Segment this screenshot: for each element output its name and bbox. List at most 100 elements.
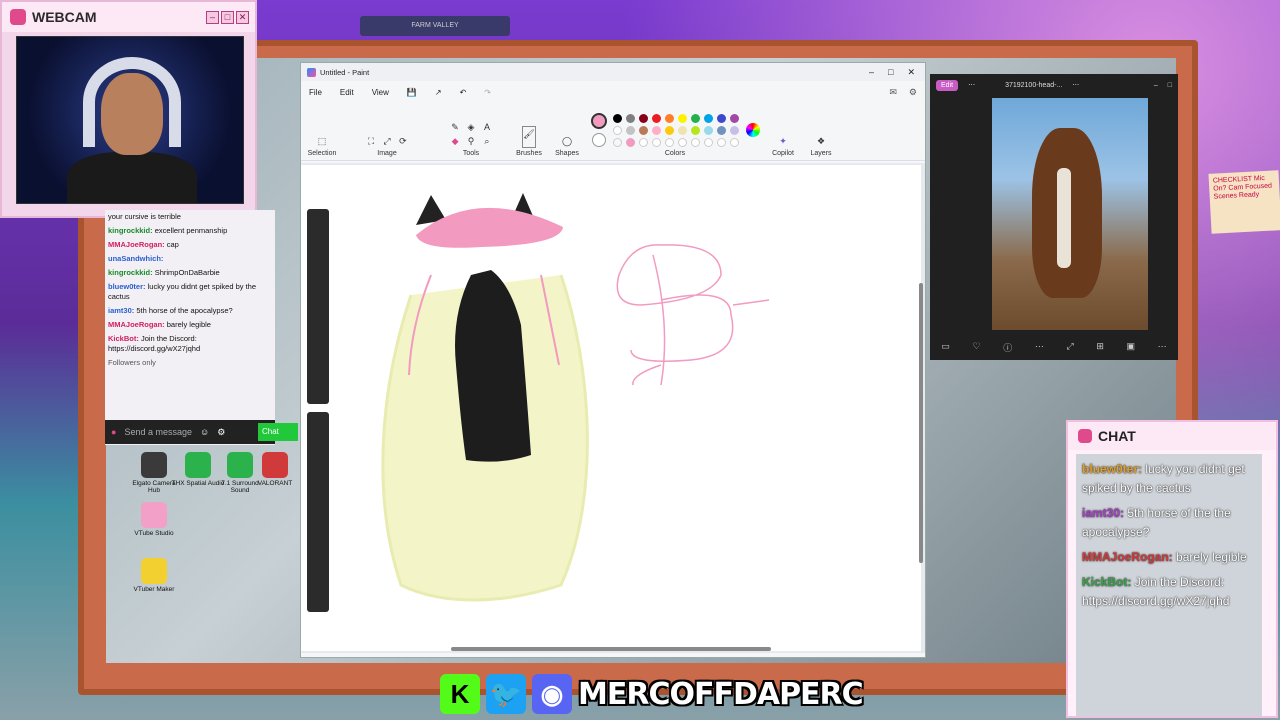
- menu-file[interactable]: File: [309, 88, 322, 97]
- edit-colors-icon[interactable]: [745, 123, 760, 137]
- crop-icon[interactable]: ⛶: [364, 134, 378, 148]
- undo-icon[interactable]: ↶: [460, 88, 467, 97]
- mic-icon[interactable]: ●: [111, 427, 116, 437]
- favorite-icon[interactable]: ♡: [972, 341, 980, 354]
- color-swatch[interactable]: [625, 137, 635, 147]
- fit-icon[interactable]: ⤢: [1066, 341, 1073, 354]
- rotate-icon[interactable]: ⟳: [396, 134, 410, 148]
- more-options-icon[interactable]: ⋯: [1072, 81, 1079, 89]
- canvas-area: [301, 163, 925, 653]
- color-swatch[interactable]: [690, 125, 700, 135]
- color-swatch[interactable]: [625, 125, 635, 135]
- desktop-icon-valorant[interactable]: VALORANT: [252, 452, 298, 487]
- color-swatch[interactable]: [729, 113, 739, 123]
- color-swatch[interactable]: [729, 125, 739, 135]
- redo-icon[interactable]: ↷: [484, 88, 491, 97]
- maximize-button[interactable]: □: [221, 10, 234, 24]
- chat-message: unaSandwhich:: [108, 254, 164, 263]
- brush-size-slider[interactable]: [307, 209, 329, 619]
- color-swatch[interactable]: [625, 113, 635, 123]
- color-swatch[interactable]: [664, 125, 674, 135]
- color-swatch[interactable]: [612, 113, 622, 123]
- cursive-text: [616, 244, 770, 386]
- pencil-icon[interactable]: ✎: [448, 120, 462, 134]
- minimize-icon[interactable]: –: [869, 67, 874, 78]
- menu-view[interactable]: View: [372, 88, 389, 97]
- color-swatch[interactable]: [716, 125, 726, 135]
- color-swatch[interactable]: [612, 125, 622, 135]
- close-icon[interactable]: ✕: [907, 67, 915, 78]
- secondary-color-swatch[interactable]: [591, 133, 606, 147]
- edit-button[interactable]: Edit: [936, 79, 959, 91]
- more-icon[interactable]: ⋯: [1035, 341, 1044, 354]
- color-picker-icon[interactable]: ⚲: [464, 134, 478, 148]
- stream-chat-panel: your cursive is terrible kingrockkid: ex…: [105, 210, 275, 445]
- zoom-icon[interactable]: ⊞: [1096, 341, 1104, 354]
- eraser-icon[interactable]: ◆: [448, 134, 462, 148]
- color-swatch[interactable]: [703, 125, 713, 135]
- fill-icon[interactable]: ◈: [464, 120, 478, 134]
- color-swatch[interactable]: [703, 113, 713, 123]
- minimize-icon[interactable]: –: [1154, 82, 1158, 89]
- resize-icon[interactable]: ⤢: [380, 134, 394, 148]
- shapes-icon[interactable]: ◯: [560, 134, 574, 148]
- color-swatch[interactable]: [677, 113, 687, 123]
- color-swatch[interactable]: [664, 137, 674, 147]
- color-swatch[interactable]: [651, 113, 661, 123]
- color-swatch[interactable]: [638, 137, 648, 147]
- copilot-icon[interactable]: ✦: [776, 134, 790, 148]
- brand-bar: K 🐦 ◉ MERCOFFDAPERC: [440, 672, 864, 716]
- opacity-slider[interactable]: [307, 412, 329, 612]
- color-swatch[interactable]: [690, 137, 700, 147]
- brush-icon[interactable]: 🖌: [522, 126, 536, 148]
- layers-icon[interactable]: ❖: [814, 134, 828, 148]
- close-button[interactable]: ✕: [236, 10, 249, 24]
- color-swatch[interactable]: [677, 137, 687, 147]
- vertical-scrollbar[interactable]: [919, 283, 923, 563]
- selection-icon[interactable]: ⬚: [315, 134, 329, 148]
- size-slider-top[interactable]: [307, 209, 329, 404]
- color-swatch[interactable]: [677, 125, 687, 135]
- maximize-icon[interactable]: □: [1168, 82, 1172, 89]
- desktop-icon-vtube-studio[interactable]: VTube Studio: [126, 502, 182, 537]
- maximize-icon[interactable]: □: [888, 67, 893, 78]
- color-swatch[interactable]: [716, 137, 726, 147]
- elgato-icon: [141, 452, 167, 478]
- color-swatch[interactable]: [638, 113, 648, 123]
- settings-icon[interactable]: ⚙: [217, 427, 225, 438]
- desktop-icon-vtuber-maker[interactable]: VTuber Maker: [126, 558, 182, 593]
- info-icon[interactable]: ⓘ: [1003, 341, 1012, 354]
- menu-edit[interactable]: Edit: [340, 88, 354, 97]
- color-swatch[interactable]: [612, 137, 622, 147]
- send-message-input[interactable]: Send a message: [124, 427, 192, 437]
- color-swatch[interactable]: [690, 113, 700, 123]
- emote-icon[interactable]: ☺: [200, 427, 209, 437]
- discord-icon: ◉: [532, 674, 572, 714]
- minimize-button[interactable]: –: [206, 10, 219, 24]
- color-swatch[interactable]: [716, 113, 726, 123]
- more-icon[interactable]: ⋯: [968, 81, 975, 89]
- color-swatch[interactable]: [664, 113, 674, 123]
- color-swatch[interactable]: [703, 137, 713, 147]
- share-icon[interactable]: ↗: [435, 88, 442, 97]
- settings-icon[interactable]: ⚙: [909, 87, 917, 98]
- color-swatch[interactable]: [638, 125, 648, 135]
- color-swatch[interactable]: [729, 137, 739, 147]
- filmstrip-icon[interactable]: ▭: [941, 341, 950, 354]
- paint-ribbon: ⬚ Selection ⛶ ⤢ ⟳ Image ✎ ◈ A ◆ ⚲ ⌕ Tool…: [301, 103, 925, 161]
- kick-icon: K: [440, 674, 480, 714]
- chat-message: iamt30: 5th horse of the the apocalypse?: [1082, 506, 1231, 539]
- primary-color-swatch[interactable]: [590, 113, 607, 129]
- horizontal-scrollbar[interactable]: [451, 647, 771, 651]
- color-swatch[interactable]: [651, 125, 661, 135]
- drawing-canvas[interactable]: [301, 165, 921, 651]
- chat-send-button[interactable]: Chat: [258, 423, 298, 441]
- save-icon[interactable]: 💾: [407, 88, 417, 97]
- more-icon[interactable]: ⋯: [1158, 341, 1167, 354]
- comment-icon[interactable]: ✉: [889, 87, 897, 98]
- color-swatch[interactable]: [651, 137, 661, 147]
- top-banner: FARM VALLEY: [360, 16, 510, 36]
- magnifier-icon[interactable]: ⌕: [480, 134, 494, 148]
- text-icon[interactable]: A: [480, 120, 494, 134]
- slideshow-icon[interactable]: ▣: [1127, 341, 1136, 354]
